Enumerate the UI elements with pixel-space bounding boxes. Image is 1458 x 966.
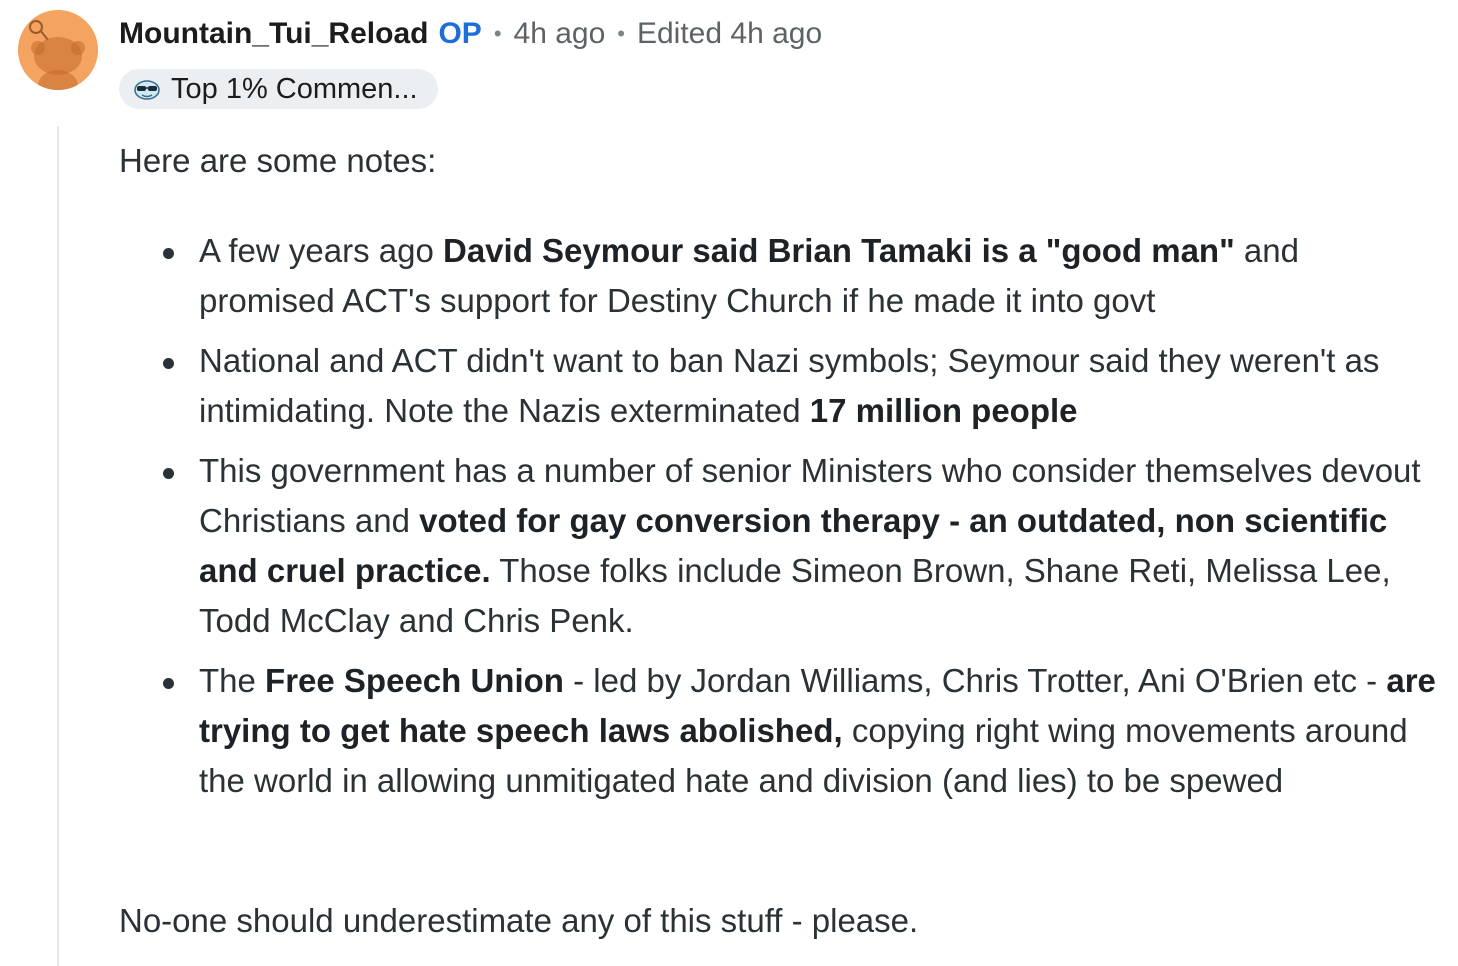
- edited-label: Edited 4h ago: [636, 17, 823, 50]
- user-avatar[interactable]: [18, 10, 98, 90]
- flair-text: Top 1% Commen...: [171, 72, 418, 105]
- bullet-text: The: [199, 662, 266, 699]
- list-item: The Free Speech Union - led by Jordan Wi…: [158, 656, 1438, 806]
- username-link[interactable]: Mountain_Tui_Reload: [119, 17, 428, 51]
- thread-line[interactable]: [57, 126, 59, 966]
- separator-dot: •: [617, 21, 625, 46]
- bullet-text: National and ACT didn't want to ban Nazi…: [199, 342, 1380, 429]
- list-item: This government has a number of senior M…: [158, 446, 1438, 646]
- bullet-bold-text: 17 million people: [809, 392, 1078, 429]
- list-item: National and ACT didn't want to ban Nazi…: [158, 336, 1438, 436]
- bullet-bold-text: Free Speech Union: [265, 662, 564, 699]
- sunglasses-flair-icon: [134, 80, 160, 100]
- notes-list: A few years ago David Seymour said Brian…: [158, 226, 1438, 816]
- bullet-text: A few years ago: [199, 232, 443, 269]
- bullet-text: - led by Jordan Williams, Chris Trotter,…: [563, 662, 1387, 699]
- intro-paragraph: Here are some notes:: [119, 142, 437, 179]
- user-flair[interactable]: Top 1% Commen...: [119, 69, 438, 109]
- separator-dot: •: [493, 21, 502, 46]
- timestamp: 4h ago: [513, 17, 606, 50]
- outro-paragraph: No-one should underestimate any of this …: [119, 902, 919, 939]
- list-item: A few years ago David Seymour said Brian…: [158, 226, 1438, 326]
- bullet-bold-text: David Seymour said Brian Tamaki is a "go…: [442, 232, 1235, 269]
- snoo-avatar-icon: [18, 10, 98, 90]
- comment-header: Mountain_Tui_Reload OP • 4h ago • Edited…: [119, 14, 822, 54]
- op-badge: OP: [438, 17, 482, 50]
